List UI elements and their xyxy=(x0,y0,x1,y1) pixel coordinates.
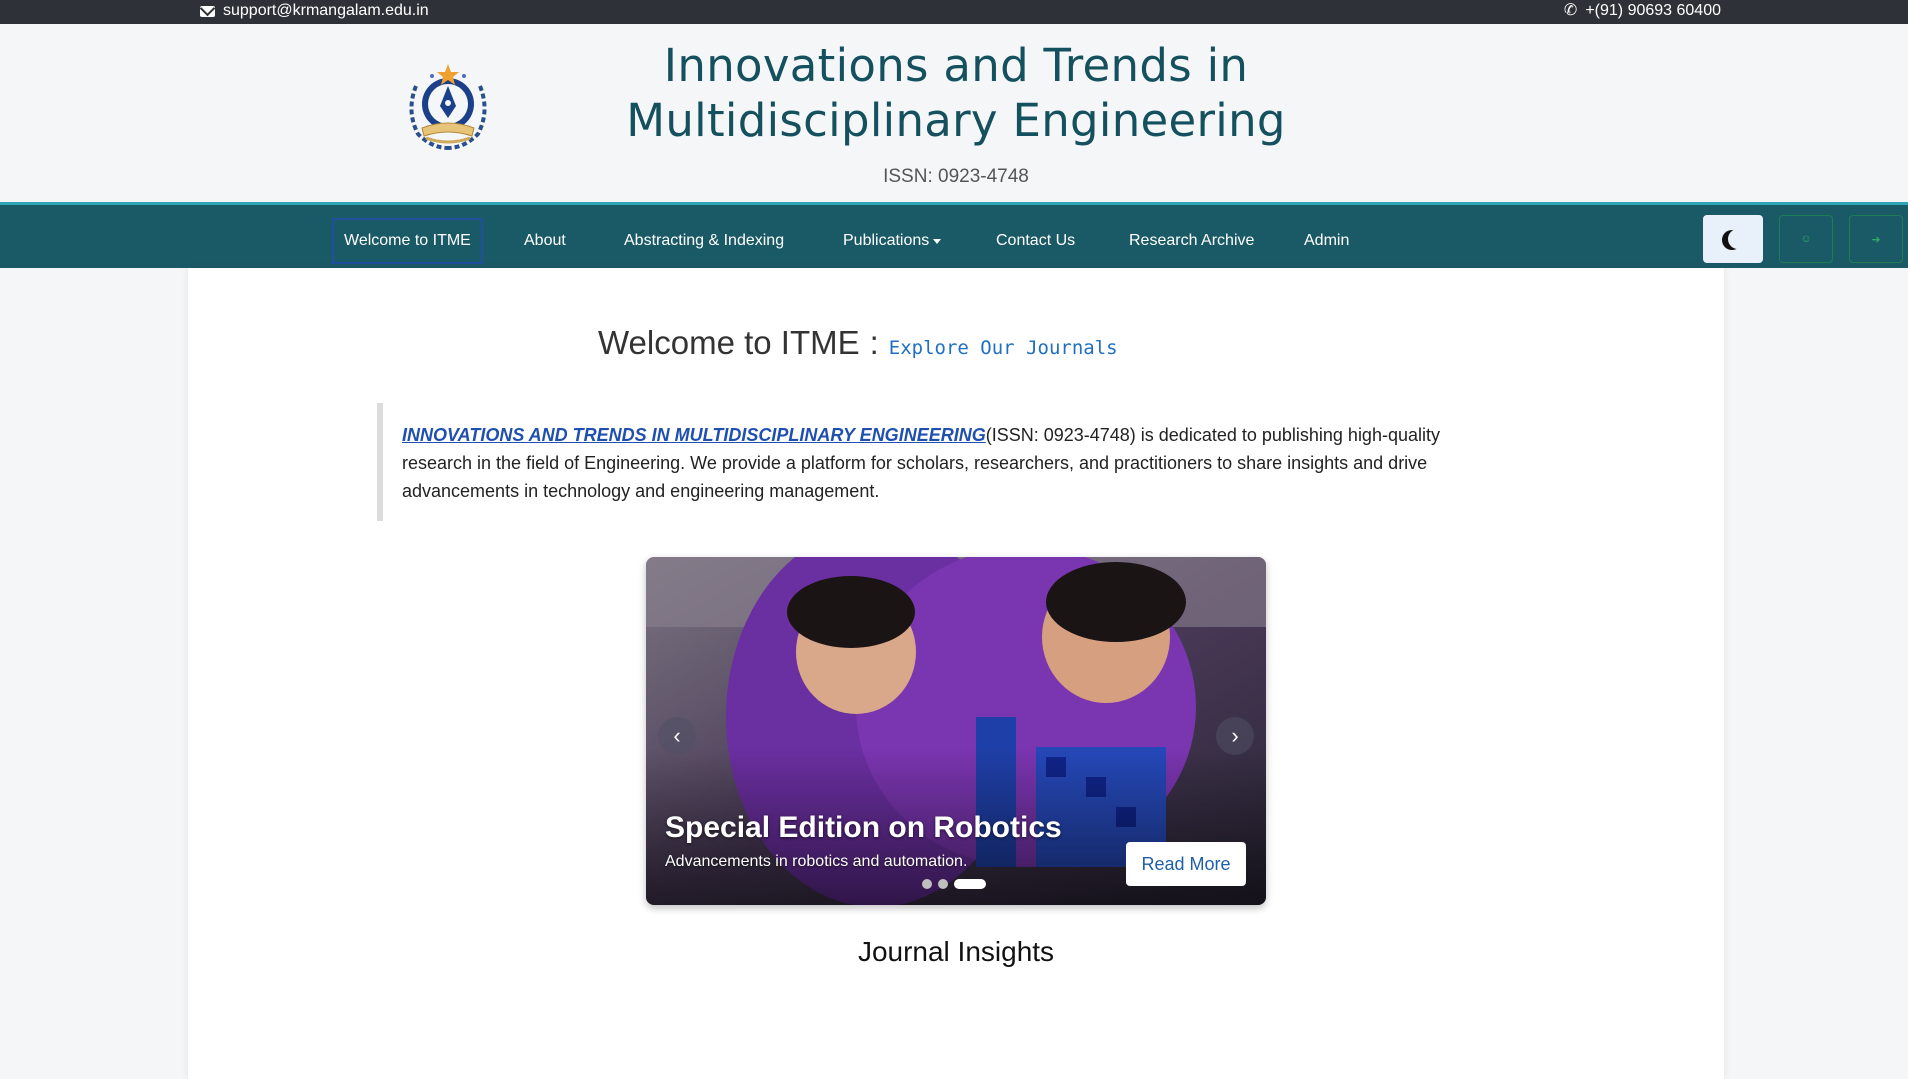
nav-item-welcome[interactable]: Welcome to ITME xyxy=(332,218,483,264)
issn-text: ISSN: 0923-4748 xyxy=(883,166,1029,187)
featured-carousel[interactable]: ‹ › Special Edition on Robotics Advancem… xyxy=(646,557,1266,905)
title-separator: : xyxy=(869,324,879,361)
journal-insights-heading: Journal Insights xyxy=(857,936,1055,967)
contact-email[interactable]: support@krmangalam.edu.in xyxy=(200,2,429,20)
intro-blockquote: INNOVATIONS AND TRENDS IN MULTIDISCIPLIN… xyxy=(377,403,1497,521)
carousel-next-button[interactable]: › xyxy=(1216,717,1254,755)
user-icon: ☺ xyxy=(1800,233,1812,245)
contact-phone[interactable]: ✆ +(91) 90693 60400 xyxy=(1564,2,1721,20)
carousel-title: Special Edition on Robotics xyxy=(665,811,1062,844)
page-title: Welcome to ITME xyxy=(598,324,860,361)
nav-item-research-archive[interactable]: Research Archive xyxy=(1119,218,1264,264)
carousel-prev-button[interactable]: ‹ xyxy=(658,717,696,755)
nav-item-contact[interactable]: Contact Us xyxy=(986,218,1085,264)
user-button[interactable]: ☺ xyxy=(1779,215,1833,263)
carousel-indicator[interactable] xyxy=(922,879,932,889)
carousel-indicator[interactable] xyxy=(938,879,948,889)
envelope-icon xyxy=(200,5,215,17)
site-title: Innovations and Trends in Multidisciplin… xyxy=(626,39,1286,147)
phone-icon: ✆ xyxy=(1563,2,1578,19)
phone-text[interactable]: +(91) 90693 60400 xyxy=(1585,2,1721,20)
site-header: Innovations and Trends in Multidisciplin… xyxy=(0,24,1908,202)
journal-name-link[interactable]: INNOVATIONS AND TRENDS IN MULTIDISCIPLIN… xyxy=(402,425,986,445)
theme-toggle-button[interactable] xyxy=(1703,215,1763,263)
login-button[interactable]: ➜ xyxy=(1849,215,1903,263)
nav-item-abstracting-indexing[interactable]: Abstracting & Indexing xyxy=(614,218,794,264)
main-content: Welcome to ITME : Explore Our Journals I… xyxy=(188,268,1724,1079)
welcome-heading: Welcome to ITME : Explore Our Journals xyxy=(598,324,1118,362)
moon-icon xyxy=(1728,229,1748,249)
nav-item-publications-label: Publications xyxy=(843,232,930,249)
email-text[interactable]: support@krmangalam.edu.in xyxy=(223,2,429,20)
carousel-indicator-active[interactable] xyxy=(954,879,986,889)
nav-item-about[interactable]: About xyxy=(514,218,576,264)
sign-in-icon: ➜ xyxy=(1871,233,1881,246)
carousel-subtitle: Advancements in robotics and automation. xyxy=(665,853,968,870)
main-navbar: Welcome to ITME About Abstracting & Inde… xyxy=(0,202,1908,268)
top-bar: support@krmangalam.edu.in ✆ +(91) 90693 … xyxy=(0,0,1908,24)
explore-journals-text: Explore Our Journals xyxy=(888,337,1118,359)
chevron-down-icon xyxy=(933,238,942,244)
nav-item-admin[interactable]: Admin xyxy=(1294,218,1359,264)
nav-item-publications[interactable]: Publications xyxy=(833,218,951,264)
carousel-indicators xyxy=(922,879,986,889)
read-more-button[interactable]: Read More xyxy=(1126,842,1246,886)
